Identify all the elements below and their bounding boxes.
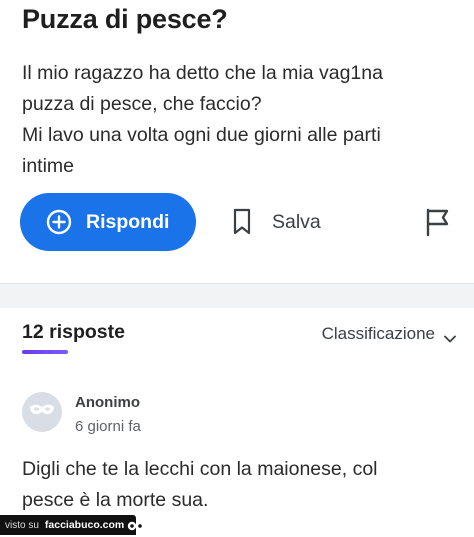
watermark: visto su facciabuco.com	[0, 515, 145, 535]
watermark-site: facciabuco.com	[44, 519, 125, 531]
save-button[interactable]: Salva	[232, 193, 321, 251]
sort-dropdown[interactable]: Classificazione	[322, 324, 456, 344]
answer-text-line: pesce è la morte sua.	[22, 489, 209, 511]
chevron-down-icon	[444, 330, 456, 343]
answer-text: Digli che te la lecchi con la maionese, …	[22, 454, 462, 516]
save-button-label: Salva	[272, 210, 321, 233]
sort-dropdown-label: Classificazione	[321, 324, 435, 343]
plus-circle-icon	[46, 209, 72, 235]
avatar[interactable]	[22, 392, 62, 432]
question-body-line: puzza di pesce, che faccio?	[22, 93, 262, 115]
question-body-line: Il mio ragazzo ha detto che la mia vag1n…	[22, 62, 383, 84]
bookmark-icon	[232, 208, 252, 236]
section-separator	[0, 283, 474, 308]
answers-count-underline	[22, 350, 68, 354]
answers-section: 12 risposte Classificazione Anonimo 6 gi…	[0, 308, 474, 535]
answer-author[interactable]: Anonimo	[75, 394, 140, 411]
question-body-line: Mi lavo una volta ogni due giorni alle p…	[22, 124, 381, 146]
question-body: Il mio ragazzo ha detto che la mia vag1n…	[22, 58, 462, 182]
question-body-line: intime	[22, 155, 75, 177]
answers-count: 12 risposte	[22, 321, 125, 343]
question-actions: Rispondi Salva	[20, 193, 460, 251]
question-title: Puzza di pesce?	[22, 4, 228, 34]
anonymous-mask-icon	[29, 403, 55, 422]
watermark-prefix: visto su	[5, 519, 39, 531]
question-card: Puzza di pesce? Il mio ragazzo ha detto …	[0, 0, 474, 283]
facciabuco-logo-icon	[127, 519, 145, 531]
reply-button[interactable]: Rispondi	[20, 193, 196, 251]
answer-timestamp: 6 giorni fa	[75, 418, 141, 435]
reply-button-label: Rispondi	[86, 210, 170, 233]
answer-text-line: Digli che te la lecchi con la maionese, …	[22, 458, 378, 480]
report-button[interactable]	[424, 207, 452, 237]
flag-icon	[424, 208, 452, 241]
